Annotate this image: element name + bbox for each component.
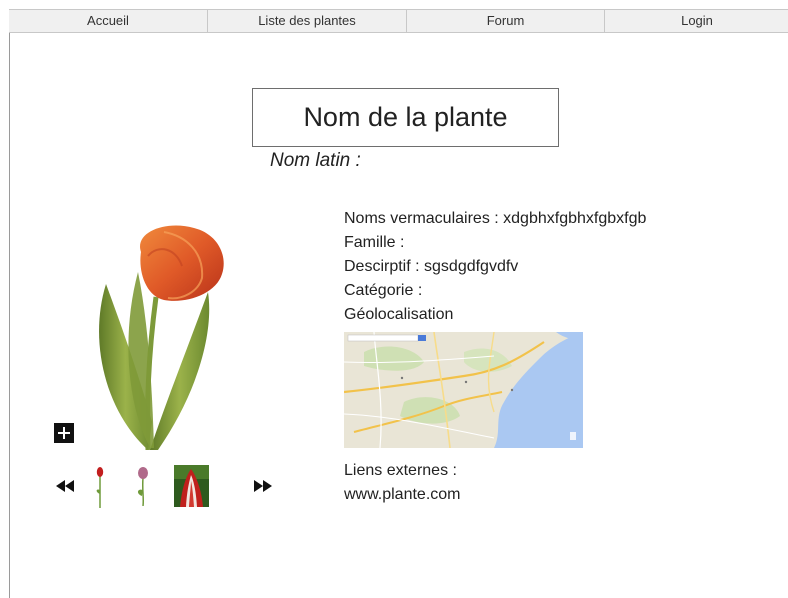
category-label: Catégorie : (344, 282, 423, 299)
latin-name-label: Nom latin : (270, 150, 361, 171)
vernacular-names: Noms vermaculaires : xdgbhxfgbhxfgbxfgb (344, 210, 647, 227)
top-nav: Accueil Liste des plantes Forum Login (9, 9, 788, 33)
family-label: Famille : (344, 234, 405, 251)
thumbnail-pink-tulip[interactable] (134, 466, 152, 506)
plus-icon (58, 427, 70, 439)
geolocation-map[interactable] (344, 332, 583, 448)
external-link[interactable]: www.plante.com (344, 486, 461, 504)
thumbnail-red-rose[interactable] (94, 466, 106, 508)
left-divider (9, 33, 10, 598)
nav-accueil[interactable]: Accueil (9, 10, 208, 32)
page-title: Nom de la plante (252, 88, 559, 147)
nav-login[interactable]: Login (605, 10, 788, 32)
thumbnail-flower-closeup[interactable] (174, 465, 209, 507)
rewind-icon[interactable] (54, 478, 76, 494)
fast-forward-icon[interactable] (252, 478, 274, 494)
description-label: Descirptif : sgsdgdfgvdfv (344, 258, 519, 275)
nav-forum[interactable]: Forum (407, 10, 605, 32)
plant-details: Noms vermaculaires : xdgbhxfgbhxfgbxfgb … (344, 207, 646, 327)
nav-liste-des-plantes[interactable]: Liste des plantes (208, 10, 407, 32)
external-links-label: Liens externes : (344, 462, 457, 479)
plant-main-image (99, 225, 224, 450)
add-image-button[interactable] (54, 423, 74, 443)
page: Accueil Liste des plantes Forum Login No… (0, 0, 788, 598)
geolocation-label: Géolocalisation (344, 306, 454, 323)
